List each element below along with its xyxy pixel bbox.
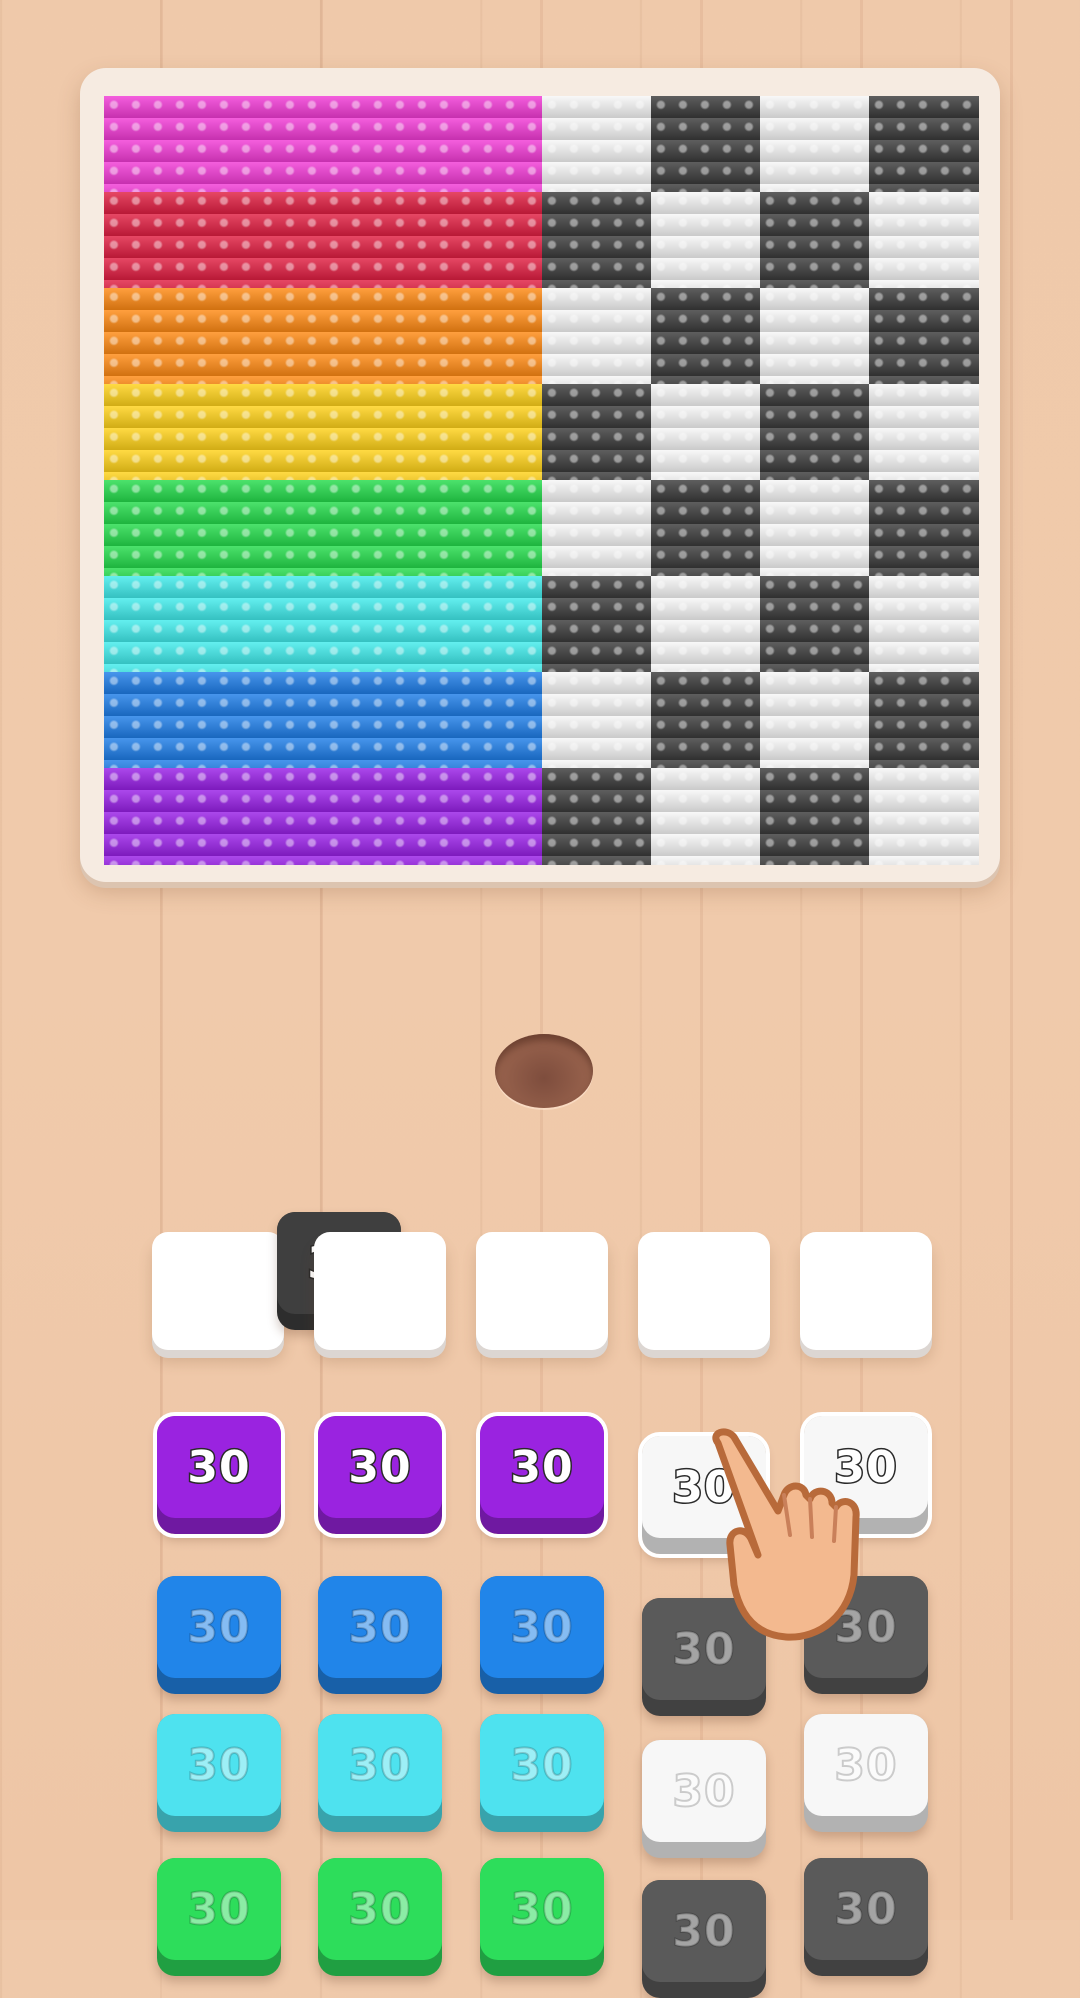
queue-slot [314,1232,446,1350]
checker-cell [651,192,761,289]
checker-cell [869,672,979,769]
tile-count: 30 [509,1883,574,1936]
rainbow-row [104,768,542,865]
tile-count: 30 [186,1601,251,1654]
stack-tile: 30 [318,1714,442,1832]
tile-count: 30 [347,1440,412,1494]
pixel-art [104,96,979,865]
stack-tile: 30 [157,1576,281,1694]
tile-count: 30 [509,1440,574,1494]
checker-cell [651,576,761,673]
tile-count: 30 [347,1601,412,1654]
checker-cell [869,480,979,577]
checker-cell [651,288,761,385]
tile-count: 30 [186,1883,251,1936]
checker-cell [869,768,979,865]
tile-count: 30 [833,1883,898,1936]
rainbow-row [104,288,542,385]
stack-tile: 30 [318,1858,442,1976]
stack-tile: 30 [804,1714,928,1832]
rainbow-row [104,192,542,289]
stack-tile[interactable]: 30 [153,1412,285,1538]
tile-count: 30 [347,1739,412,1792]
stack-tile: 30 [804,1858,928,1976]
checker-cell [651,96,761,193]
checker-cell [869,288,979,385]
checker-cell [869,384,979,481]
checker-cell [760,384,870,481]
rainbow-row [104,672,542,769]
rainbow-row [104,480,542,577]
checker-cell [760,576,870,673]
checker-cell [542,768,652,865]
stack-tile: 30 [642,1880,766,1998]
checker-cell [542,192,652,289]
checker-cell [651,672,761,769]
stack-tile[interactable]: 30 [314,1412,446,1538]
checker-cell [542,288,652,385]
checker-cell [760,192,870,289]
stack-tile: 30 [480,1576,604,1694]
queue-slot [476,1232,608,1350]
stack-tile: 30 [318,1576,442,1694]
pointing-hand-icon [712,1428,860,1641]
checker-cell [760,480,870,577]
rainbow-row [104,384,542,481]
queue-slot [152,1232,284,1350]
stack-tile: 30 [480,1858,604,1976]
tile-count: 30 [509,1739,574,1792]
rainbow-row [104,96,542,193]
checker-cell [542,96,652,193]
checker-cell [651,768,761,865]
rainbow-row [104,576,542,673]
tile-count: 30 [186,1739,251,1792]
checker-cell [542,672,652,769]
checker-cell [542,384,652,481]
checker-cell [869,576,979,673]
stack-tile[interactable]: 30 [476,1412,608,1538]
checker-cell [869,96,979,193]
checker-cell [760,96,870,193]
checker-cell [651,384,761,481]
checker-cell [869,192,979,289]
queue-slot [800,1232,932,1350]
checker-cell [760,672,870,769]
stack-tile: 30 [157,1858,281,1976]
tile-count: 30 [671,1905,736,1958]
checker-cell [760,288,870,385]
drop-hole [495,1034,593,1108]
checker-cell [542,576,652,673]
tile-count: 30 [833,1739,898,1792]
tile-count: 30 [509,1601,574,1654]
checker-cell [760,768,870,865]
stack-tile: 30 [480,1714,604,1832]
tile-count: 30 [671,1765,736,1818]
checker-cell [651,480,761,577]
checker-cell [542,480,652,577]
tile-count: 30 [186,1440,251,1494]
queue-slot [638,1232,770,1350]
stack-tile: 30 [642,1740,766,1858]
stack-tile: 30 [157,1714,281,1832]
tile-count: 30 [347,1883,412,1936]
